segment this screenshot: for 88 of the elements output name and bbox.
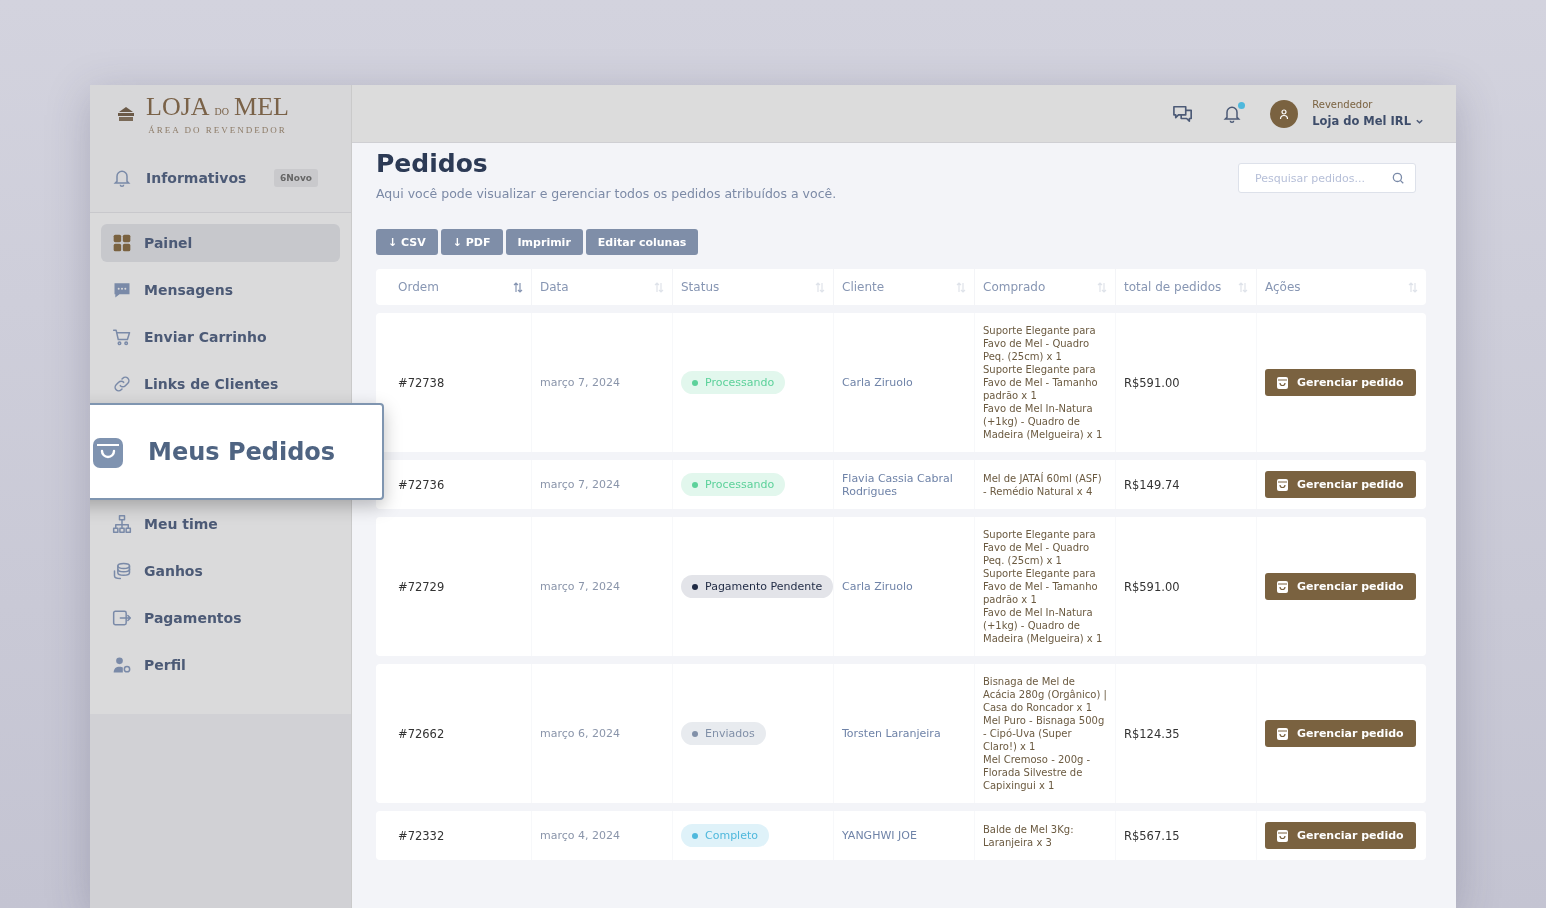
status-badge: Processando: [681, 371, 786, 394]
chat-icon[interactable]: [1172, 103, 1195, 124]
sidebar-item[interactable]: Perfil: [101, 646, 340, 684]
page-subtitle: Aqui você pode visualizar e gerenciar todos os pedidos atribuídos a você.: [376, 186, 837, 201]
new-count-badge: 6Novo: [273, 168, 318, 187]
purchased-item: Favo de Mel In-Natura (+1kg) - Quadro de Madeira (Melgueira) x 1: [983, 606, 1104, 645]
manage-order-button[interactable]: Gerenciar pedido: [1265, 471, 1416, 498]
column-header[interactable]: Ordem: [398, 280, 439, 294]
sort-icon[interactable]: [513, 281, 523, 293]
purchased-item: Bisnaga de Mel de Acácia 280g (Orgânico) | Casa do Roncador x 1: [983, 675, 1107, 714]
sidebar-item[interactable]: Mensagens: [101, 271, 340, 309]
notices-link[interactable]: Informativos: [146, 169, 260, 186]
user-menu[interactable]: Loja do Mel IRL: [1312, 114, 1424, 128]
order-date: março 7, 2024: [540, 478, 620, 491]
payment-icon: [112, 608, 132, 628]
toolbar-button[interactable]: Imprimir: [505, 229, 583, 255]
sidebar-item[interactable]: Links de Clientes: [101, 365, 340, 403]
manage-order-button[interactable]: Gerenciar pedido: [1265, 720, 1416, 747]
org-chart-icon: [112, 514, 132, 534]
client-name: Torsten Laranjeira: [842, 727, 941, 740]
status-badge: Enviados: [681, 722, 766, 745]
column-header[interactable]: Ações: [1265, 280, 1301, 294]
sidebar-item[interactable]: Enviar Carrinho: [101, 318, 340, 356]
order-date: março 7, 2024: [540, 376, 620, 389]
notification-bell-icon[interactable]: [1222, 103, 1243, 124]
purchased-item: Balde de Mel 3Kg: Laranjeira x 3: [983, 822, 1075, 849]
bag-icon: [1277, 580, 1288, 593]
order-total: R$149.74: [1124, 477, 1180, 492]
logo: LOJA DO MEL ÁREA DO REVENDEDOR: [146, 93, 289, 135]
order-total: R$124.35: [1124, 726, 1180, 741]
purchased-item: Suporte Elegante para Favo de Mel - Tamanho padrão x 1: [983, 567, 1099, 606]
column-header[interactable]: Status: [681, 280, 720, 294]
column-header[interactable]: total de pedidos: [1124, 280, 1222, 294]
cart-icon: [112, 327, 132, 347]
search-field[interactable]: Pesquisar pedidos...: [1238, 163, 1416, 193]
toolbar-button[interactable]: Editar colunas: [585, 229, 699, 255]
sidebar-item[interactable]: Meu time: [101, 505, 340, 543]
bag-icon: [1277, 829, 1288, 842]
status-badge: Pagamento Pendente: [681, 575, 834, 598]
dashboard-icon: [112, 233, 132, 253]
bag-icon: [1277, 376, 1288, 389]
sidebar-item[interactable]: Pagamentos: [101, 599, 340, 637]
sidebar-item[interactable]: Painel: [101, 224, 340, 262]
order-total: R$591.00: [1124, 579, 1180, 594]
purchased-item: Suporte Elegante para Favo de Mel - Quadro Peq. (25cm) x 1: [983, 528, 1097, 567]
order-date: março 7, 2024: [540, 580, 620, 593]
order-date: março 4, 2024: [540, 829, 620, 842]
purchased-item: Suporte Elegante para Favo de Mel - Quadro Peq. (25cm) x 1: [983, 324, 1097, 363]
order-total: R$567.15: [1124, 828, 1180, 843]
search-icon: [1391, 171, 1405, 185]
order-number: #72729: [398, 579, 445, 594]
order-number: #72332: [398, 828, 445, 843]
purchased-item: Mel Cremoso - 200g - Florada Silvestre de Capixingui x 1: [983, 753, 1092, 792]
client-name: Flavia Cassia Cabral Rodrigues: [842, 471, 954, 498]
order-number: #72738: [398, 375, 445, 390]
sidebar-item[interactable]: Ganhos: [101, 552, 340, 590]
purchased-item: Mel de JATAÍ 60ml (ASF) - Remédio Natural x 4: [983, 471, 1103, 498]
nav-item-callout[interactable]: Meus Pedidos: [90, 403, 384, 500]
toolbar-button[interactable]: ↓ CSV: [376, 229, 438, 255]
bag-icon: [1277, 478, 1288, 491]
order-number: #72736: [398, 477, 445, 492]
manage-order-button[interactable]: Gerenciar pedido: [1265, 573, 1416, 600]
purchased-item: Favo de Mel In-Natura (+1kg) - Quadro de Madeira (Melgueira) x 1: [983, 402, 1104, 441]
beehive-icon: [116, 106, 136, 122]
avatar[interactable]: [1270, 99, 1299, 128]
column-header[interactable]: Data: [540, 280, 569, 294]
column-header[interactable]: Cliente: [842, 280, 885, 294]
order-total: R$591.00: [1124, 375, 1180, 390]
purchased-item: Mel Puro - Bisnaga 500g - Cipó-Uva (Super Claro!) x 1: [983, 714, 1106, 753]
status-badge: Completo: [681, 824, 769, 847]
client-name: YANGHWI JOE: [842, 829, 917, 842]
order-date: março 6, 2024: [540, 727, 620, 740]
page-title: Pedidos: [376, 149, 489, 178]
link-icon: [112, 374, 132, 394]
order-number: #72662: [398, 726, 445, 741]
purchased-item: Suporte Elegante para Favo de Mel - Tamanho padrão x 1: [983, 363, 1099, 402]
client-name: Carla Ziruolo: [842, 580, 913, 593]
toolbar-button[interactable]: ↓ PDF: [440, 229, 503, 255]
manage-order-button[interactable]: Gerenciar pedido: [1265, 822, 1416, 849]
column-header[interactable]: Comprado: [983, 280, 1046, 294]
bag-icon: [1277, 727, 1288, 740]
coins-icon: [112, 561, 132, 581]
status-badge: Processando: [681, 473, 786, 496]
client-name: Carla Ziruolo: [842, 376, 913, 389]
user-role: Revendedor: [1312, 99, 1374, 110]
chat-icon: [112, 280, 132, 300]
user-settings-icon: [112, 655, 132, 675]
manage-order-button[interactable]: Gerenciar pedido: [1265, 369, 1416, 396]
